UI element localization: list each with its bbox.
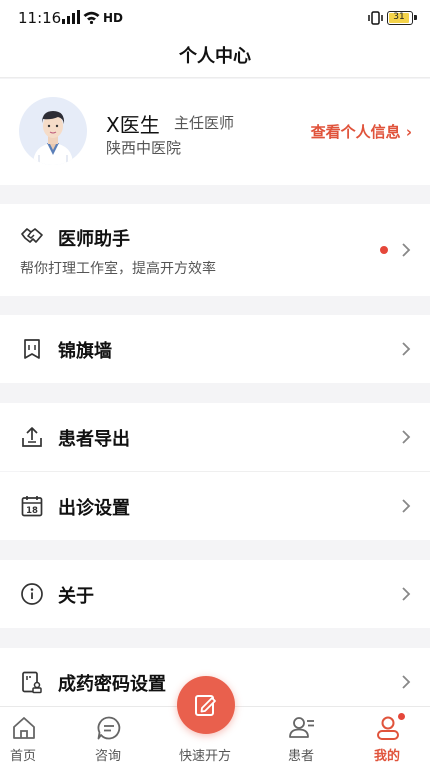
page-title: 个人中心 bbox=[179, 46, 251, 67]
network-type: HD bbox=[103, 11, 124, 25]
tab-mine-dot bbox=[398, 713, 405, 720]
clinic-settings-label: 出诊设置 bbox=[58, 498, 130, 519]
doctor-name: X医生 bbox=[106, 113, 160, 137]
chevron-right-icon bbox=[402, 342, 411, 356]
tab-consult-label: 咨询 bbox=[94, 749, 121, 764]
banner-icon bbox=[24, 339, 40, 359]
profile-icon bbox=[377, 716, 399, 740]
patient-export-label: 患者导出 bbox=[58, 429, 130, 450]
battery-icon: 31 bbox=[387, 11, 417, 25]
signal-icon bbox=[62, 10, 80, 24]
doctor-avatar-icon bbox=[33, 111, 73, 165]
about-label: 关于 bbox=[58, 586, 94, 607]
banner-wall-row[interactable]: 锦旗墙 bbox=[0, 315, 430, 383]
status-time: 11:16 bbox=[18, 9, 62, 27]
export-icon bbox=[22, 427, 42, 447]
tab-quick-prescribe-label: 快速开方 bbox=[178, 749, 231, 764]
svg-text:18: 18 bbox=[26, 506, 38, 516]
battery-level: 31 bbox=[389, 13, 409, 23]
tab-patients[interactable]: 患者 bbox=[258, 707, 344, 766]
tab-mine-label: 我的 bbox=[373, 749, 400, 764]
tab-home-label: 首页 bbox=[9, 749, 36, 764]
chevron-right-icon bbox=[402, 587, 411, 601]
physician-assistant-subtitle: 帮你打理工作室，提高开方效率 bbox=[20, 261, 216, 277]
patients-icon bbox=[289, 717, 314, 738]
notification-dot bbox=[380, 246, 388, 254]
chevron-right-icon bbox=[402, 243, 411, 257]
chevron-right-icon bbox=[402, 499, 411, 513]
tab-consult[interactable]: 咨询 bbox=[65, 707, 151, 766]
status-bar: 11:16 HD 31 bbox=[0, 0, 430, 36]
avatar[interactable] bbox=[19, 97, 87, 165]
profile-card[interactable]: X医生 主任医师 陕西中医院 查看个人信息 › bbox=[0, 79, 430, 185]
handshake-icon bbox=[21, 228, 43, 243]
physician-assistant-label: 医师助手 bbox=[58, 229, 130, 250]
prescribe-icon bbox=[195, 695, 216, 716]
tab-patients-label: 患者 bbox=[287, 749, 314, 764]
physician-assistant-row[interactable]: 医师助手 帮你打理工作室，提高开方效率 bbox=[0, 204, 430, 296]
nav-bar: 个人中心 bbox=[0, 36, 430, 78]
banner-wall-label: 锦旗墙 bbox=[58, 341, 112, 362]
doctor-title: 主任医师 bbox=[174, 114, 235, 132]
info-icon bbox=[21, 583, 43, 605]
chevron-right-icon bbox=[402, 675, 411, 689]
password-settings-label: 成药密码设置 bbox=[58, 674, 166, 695]
quick-prescribe-button[interactable] bbox=[177, 676, 235, 734]
password-icon bbox=[22, 671, 42, 694]
doctor-hospital: 陕西中医院 bbox=[106, 139, 182, 157]
tab-mine[interactable]: 我的 bbox=[344, 707, 430, 766]
patient-export-row[interactable]: 患者导出 bbox=[0, 403, 430, 471]
chevron-right-icon bbox=[402, 430, 411, 444]
wifi-icon bbox=[83, 11, 100, 24]
tab-home[interactable]: 首页 bbox=[0, 707, 66, 766]
clinic-settings-row[interactable]: 18 出诊设置 bbox=[0, 472, 430, 540]
about-row[interactable]: 关于 bbox=[0, 560, 430, 628]
home-icon bbox=[13, 717, 35, 739]
chat-icon bbox=[97, 716, 121, 740]
vibrate-icon bbox=[368, 11, 383, 25]
view-profile-link[interactable]: 查看个人信息 › bbox=[311, 121, 412, 142]
calendar-icon: 18 bbox=[21, 496, 43, 517]
